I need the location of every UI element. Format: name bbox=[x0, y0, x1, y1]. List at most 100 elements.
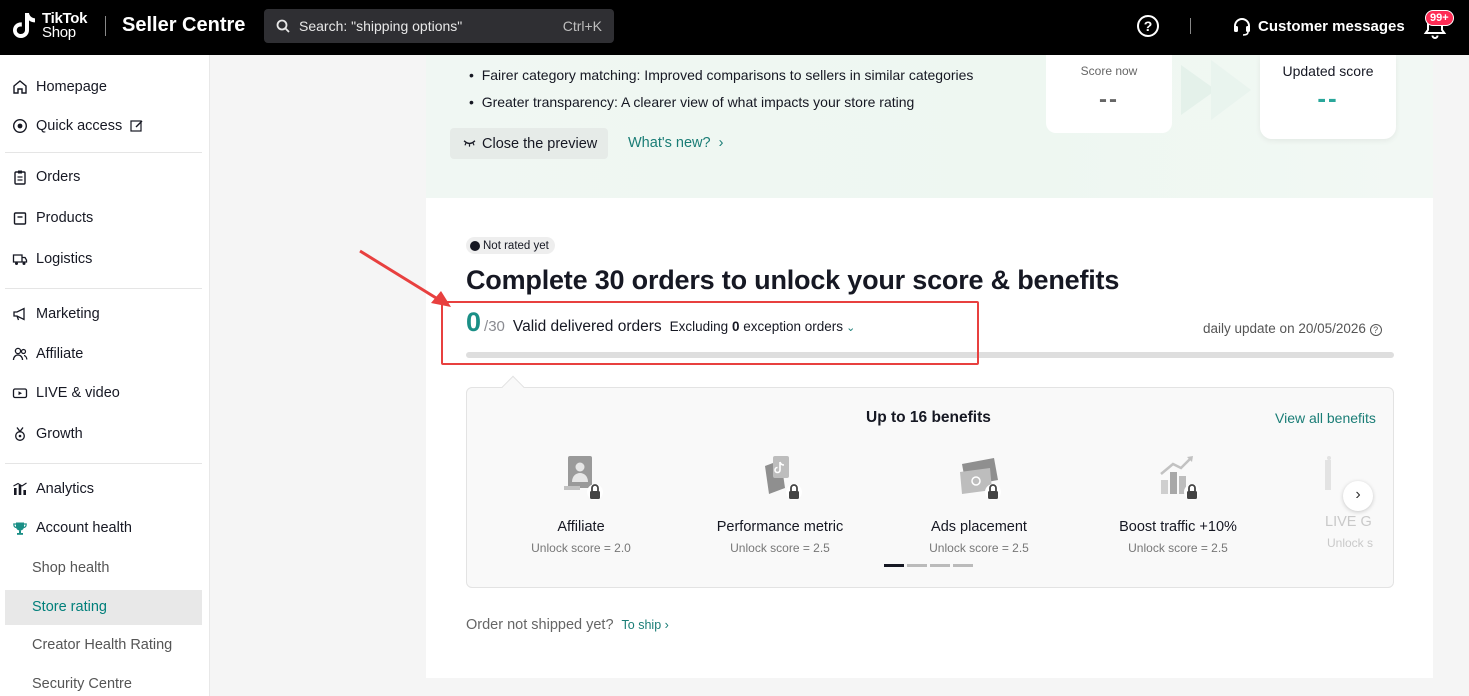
benefits-title: Up to 16 benefits bbox=[866, 409, 991, 426]
carousel-dot[interactable] bbox=[930, 564, 950, 567]
sidebar-subitem-creator-health-rating[interactable]: Creator Health Rating bbox=[5, 628, 202, 663]
view-all-benefits-link[interactable]: View all benefits bbox=[1275, 410, 1376, 426]
benefit-unlock: Unlock score = 2.5 bbox=[929, 541, 1029, 555]
top-divider bbox=[1190, 18, 1191, 34]
benefit-unlock: Unlock s bbox=[1327, 536, 1374, 550]
sidebar-item-label: LIVE & video bbox=[36, 385, 120, 401]
sidebar-item-label: Analytics bbox=[36, 481, 95, 497]
traffic-lock-icon bbox=[1160, 456, 1200, 500]
sidebar-subitem-store-rating[interactable]: Store rating bbox=[5, 590, 202, 625]
close-preview-label: Close the preview bbox=[482, 135, 598, 152]
carousel-pagination bbox=[884, 564, 976, 567]
box-icon bbox=[13, 212, 27, 225]
carousel-dot[interactable] bbox=[907, 564, 927, 567]
sidebar-item-label: Quick access bbox=[36, 118, 123, 134]
to-ship-link[interactable]: To ship › bbox=[622, 618, 669, 632]
search-shortcut: Ctrl+K bbox=[562, 18, 602, 34]
benefit-name: LIVE G bbox=[1325, 514, 1372, 530]
logo-text: TikTok Shop bbox=[42, 11, 87, 40]
sidebar-item-label: Orders bbox=[36, 169, 81, 185]
search-input[interactable]: Search: "shipping options" Ctrl+K bbox=[264, 9, 614, 43]
home-icon bbox=[13, 80, 27, 94]
whats-new-link[interactable]: What's new? › bbox=[628, 135, 723, 151]
score-now-value: -- bbox=[1099, 86, 1119, 113]
sidebar-item-marketing[interactable]: Marketing bbox=[12, 306, 100, 322]
customer-messages-label: Customer messages bbox=[1258, 17, 1405, 35]
double-arrow-icon bbox=[1181, 60, 1251, 120]
benefit-card[interactable]: Ads placement Unlock score = 2.5 bbox=[879, 452, 1079, 555]
plus-circle-icon bbox=[12, 118, 28, 134]
sidebar-item-orders[interactable]: Orders bbox=[12, 169, 80, 185]
sidebar-item-growth[interactable]: Growth bbox=[12, 426, 83, 442]
logo-divider bbox=[105, 16, 106, 36]
daily-update-text: daily update on 20/05/2026 bbox=[1203, 321, 1366, 336]
benefit-card[interactable]: Affiliate Unlock score = 2.0 bbox=[481, 452, 681, 555]
headset-icon bbox=[1234, 18, 1250, 36]
benefit-unlock: Unlock score = 2.5 bbox=[730, 541, 830, 555]
tiktok-logo-icon bbox=[13, 13, 35, 38]
brand-title: Seller Centre bbox=[122, 14, 246, 36]
carousel-dot[interactable] bbox=[884, 564, 904, 567]
not-shipped-row: Order not shipped yet? To ship › bbox=[466, 617, 669, 633]
not-shipped-text: Order not shipped yet? bbox=[466, 617, 614, 633]
sidebar-item-homepage[interactable]: Homepage bbox=[12, 79, 107, 95]
status-label: Not rated yet bbox=[483, 239, 549, 252]
benefit-name: Boost traffic +10% bbox=[1119, 519, 1237, 535]
clock-icon bbox=[470, 240, 480, 251]
performance-lock-icon bbox=[765, 456, 802, 500]
help-icon[interactable]: ? bbox=[1137, 15, 1159, 37]
carousel-dot[interactable] bbox=[953, 564, 973, 567]
sidebar-item-quick-access[interactable]: Quick access bbox=[12, 118, 144, 134]
tiktok-shop-logo[interactable]: TikTok Shop bbox=[12, 11, 87, 41]
sidebar-subitem-security-centre[interactable]: Security Centre bbox=[5, 667, 202, 696]
benefit-card[interactable]: Performance metric Unlock score = 2.5 bbox=[680, 452, 880, 555]
benefit-unlock: Unlock score = 2.5 bbox=[1128, 541, 1228, 555]
trophy-icon bbox=[13, 522, 27, 535]
top-bar: TikTok Shop Seller Centre Search: "shipp… bbox=[0, 0, 1469, 55]
video-icon bbox=[12, 388, 28, 399]
preview-bullet-text: Greater transparency: A clearer view of … bbox=[481, 94, 915, 110]
ads-lock-icon bbox=[960, 458, 1001, 500]
close-preview-button[interactable]: Close the preview bbox=[450, 128, 608, 159]
updated-score-card: Updated score -- bbox=[1260, 55, 1396, 139]
benefit-name: Ads placement bbox=[931, 519, 1027, 535]
megaphone-icon bbox=[13, 307, 25, 321]
sidebar-item-products[interactable]: Products bbox=[12, 210, 93, 226]
sidebar-item-label: Homepage bbox=[36, 79, 107, 95]
sidebar-item-logistics[interactable]: Logistics bbox=[12, 251, 92, 267]
updated-score-label: Updated score bbox=[1282, 63, 1374, 79]
benefit-name: Affiliate bbox=[557, 519, 605, 535]
annotation-highlight-box bbox=[441, 301, 979, 365]
preview-bullet: • Fairer category matching: Improved com… bbox=[469, 67, 974, 83]
sidebar-separator bbox=[5, 288, 202, 289]
annotation-arrow-icon bbox=[359, 249, 451, 307]
sidebar-item-live-video[interactable]: LIVE & video bbox=[12, 385, 120, 401]
affiliate-lock-icon bbox=[564, 456, 603, 500]
sidebar-item-analytics[interactable]: Analytics bbox=[12, 481, 94, 497]
sidebar-subitem-shop-health[interactable]: Shop health bbox=[5, 551, 202, 586]
question-icon[interactable]: ? bbox=[1369, 324, 1382, 336]
medal-icon bbox=[15, 427, 25, 441]
sidebar-item-affiliate[interactable]: Affiliate bbox=[12, 346, 83, 362]
sidebar-item-account-health[interactable]: Account health bbox=[12, 520, 132, 536]
sidebar-item-label: Products bbox=[36, 210, 94, 226]
benefit-unlock: Unlock score = 2.0 bbox=[531, 541, 631, 555]
people-icon bbox=[12, 347, 28, 361]
clipboard-icon bbox=[14, 170, 26, 185]
sidebar-item-label: Growth bbox=[36, 426, 83, 442]
customer-messages-button[interactable]: Customer messages bbox=[1232, 16, 1405, 36]
carousel-next-button[interactable]: › bbox=[1343, 481, 1373, 511]
preview-bullet-text: Fairer category matching: Improved compa… bbox=[481, 67, 974, 83]
score-now-card: Score now -- bbox=[1046, 55, 1172, 133]
score-now-label: Score now bbox=[1080, 64, 1138, 78]
benefit-card[interactable]: Boost traffic +10% Unlock score = 2.5 bbox=[1078, 452, 1278, 555]
sidebar-item-label: Logistics bbox=[36, 251, 93, 267]
edit-icon[interactable] bbox=[130, 119, 144, 133]
daily-update: daily update on 20/05/2026 ? bbox=[1203, 321, 1382, 336]
sidebar-separator bbox=[5, 152, 202, 153]
sidebar-item-label: Account health bbox=[36, 520, 132, 536]
notification-badge: 99+ bbox=[1425, 10, 1454, 26]
truck-icon bbox=[12, 254, 28, 265]
to-ship-label: To ship bbox=[621, 618, 662, 632]
benefit-name: Performance metric bbox=[716, 519, 844, 535]
